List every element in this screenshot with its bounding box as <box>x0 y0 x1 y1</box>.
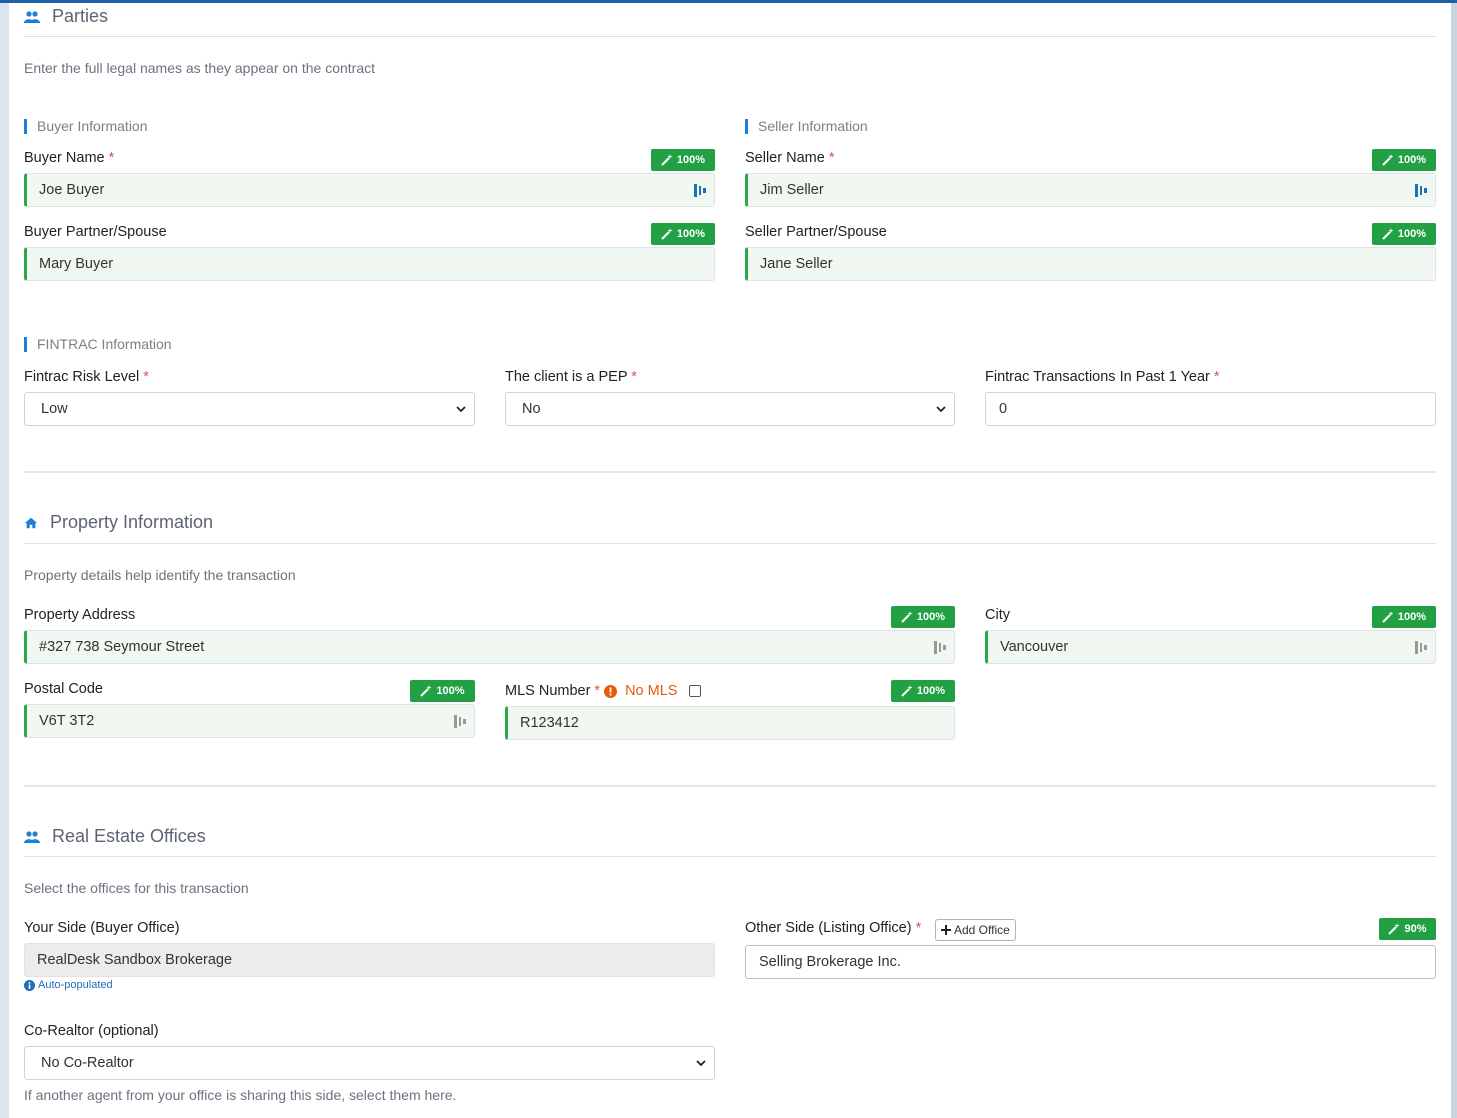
section-divider <box>24 543 1436 544</box>
city-input[interactable]: Vancouver <box>985 630 1436 664</box>
buyer-partner-input[interactable]: Mary Buyer <box>24 247 715 281</box>
buyer-name-input[interactable]: Joe Buyer <box>24 173 715 207</box>
magic-wand-icon <box>661 154 673 166</box>
city-label: City <box>985 607 1010 623</box>
confidence-badge: 100% <box>891 606 955 628</box>
field-source-icon[interactable] <box>694 183 706 198</box>
confidence-badge: 100% <box>1372 606 1436 628</box>
pep-select[interactable]: No <box>505 392 955 426</box>
postal-code-input[interactable]: V6T 3T2 <box>24 704 475 738</box>
property-address-label: Property Address <box>24 607 136 623</box>
offices-description: Select the offices for this transaction <box>24 880 249 896</box>
magic-wand-icon <box>420 685 433 697</box>
postal-code-label: Postal Code <box>24 681 103 697</box>
no-mls-label: No MLS <box>625 683 678 699</box>
seller-info-heading: Seller Information <box>745 119 868 134</box>
fintrac-transactions-input[interactable]: 0 <box>985 392 1436 426</box>
seller-name-input[interactable]: Jim Seller <box>745 173 1436 207</box>
info-icon <box>24 979 35 991</box>
fintrac-risk-select[interactable]: Low <box>24 392 475 426</box>
seller-partner-input[interactable]: Jane Seller <box>745 247 1436 281</box>
section-divider <box>24 856 1436 857</box>
fintrac-transactions-label: Fintrac Transactions In Past 1 Year * <box>985 369 1220 385</box>
no-mls-checkbox[interactable] <box>689 685 702 697</box>
field-source-icon[interactable] <box>934 640 946 655</box>
other-side-input[interactable]: Selling Brokerage Inc. <box>745 945 1436 979</box>
magic-wand-icon <box>901 611 913 623</box>
buyer-partner-label: Buyer Partner/Spouse <box>24 224 167 240</box>
add-office-button[interactable]: Add Office <box>935 919 1016 941</box>
parties-description: Enter the full legal names as they appea… <box>24 60 375 76</box>
confidence-badge: 100% <box>1372 149 1436 171</box>
warning-icon <box>604 684 618 698</box>
seller-partner-label: Seller Partner/Spouse <box>745 224 887 240</box>
users-icon <box>24 10 40 23</box>
parties-section-title: Parties <box>24 6 108 27</box>
confidence-badge: 100% <box>1372 223 1436 245</box>
section-divider <box>24 36 1436 37</box>
form-card: Parties Enter the full legal names as th… <box>9 3 1451 1118</box>
confidence-badge: 100% <box>410 680 475 702</box>
home-icon <box>24 517 38 528</box>
confidence-badge: 100% <box>651 149 715 171</box>
your-side-readonly-field: RealDesk Sandbox Brokerage <box>24 943 715 977</box>
magic-wand-icon <box>661 228 673 240</box>
buyer-name-label: Buyer Name * <box>24 150 115 166</box>
property-address-input[interactable]: #327 738 Seymour Street <box>24 630 955 664</box>
section-divider <box>24 785 1436 787</box>
buyer-info-heading: Buyer Information <box>24 119 148 134</box>
confidence-badge: 100% <box>651 223 715 245</box>
mls-number-label: MLS Number * No MLS <box>505 683 702 699</box>
field-source-icon[interactable] <box>1415 640 1427 655</box>
field-source-icon[interactable] <box>454 714 466 729</box>
chevron-down-icon <box>936 406 946 413</box>
scrollbar[interactable] <box>1451 3 1457 1118</box>
mls-number-input[interactable]: R123412 <box>505 706 955 740</box>
property-description: Property details help identify the trans… <box>24 567 296 583</box>
magic-wand-icon <box>1388 923 1401 935</box>
confidence-badge: 100% <box>891 680 955 702</box>
magic-wand-icon <box>1382 154 1394 166</box>
your-side-label: Your Side (Buyer Office) <box>24 920 180 936</box>
corealtor-help-text: If another agent from your office is sha… <box>24 1087 457 1103</box>
auto-populated-note: Auto-populated <box>24 979 113 991</box>
other-side-label: Other Side (Listing Office) * <box>745 920 922 936</box>
corealtor-select[interactable]: No Co-Realtor <box>24 1046 715 1080</box>
seller-name-label: Seller Name * <box>745 150 835 166</box>
magic-wand-icon <box>901 685 913 697</box>
plus-icon <box>941 925 951 935</box>
corealtor-label: Co-Realtor (optional) <box>24 1023 159 1039</box>
chevron-down-icon <box>456 406 466 413</box>
chevron-down-icon <box>696 1060 706 1067</box>
fintrac-heading: FINTRAC Information <box>24 337 172 352</box>
magic-wand-icon <box>1382 611 1394 623</box>
confidence-badge: 90% <box>1379 918 1436 940</box>
users-icon <box>24 830 40 843</box>
fintrac-risk-label: Fintrac Risk Level * <box>24 369 149 385</box>
field-source-icon[interactable] <box>1415 183 1427 198</box>
property-section-title: Property Information <box>24 512 213 533</box>
magic-wand-icon <box>1382 228 1394 240</box>
offices-section-title: Real Estate Offices <box>24 826 206 847</box>
section-divider <box>24 471 1436 473</box>
pep-label: The client is a PEP * <box>505 369 637 385</box>
